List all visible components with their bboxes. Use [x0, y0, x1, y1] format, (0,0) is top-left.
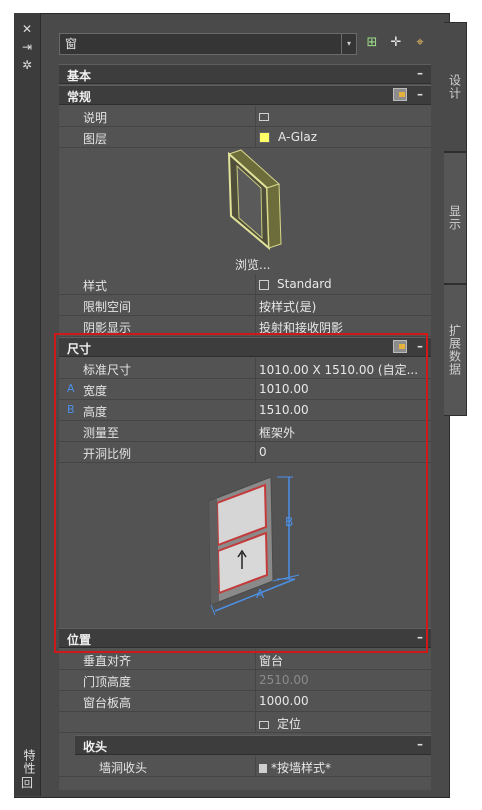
prop-row-head-height[interactable]: 门顶高度 2510.00 [59, 670, 431, 691]
options-icon[interactable]: ✲ [20, 58, 34, 72]
section-dimensions[interactable]: 尺寸 – [59, 337, 431, 357]
object-type-value: 窗 [65, 37, 78, 51]
window-dimension-image [208, 476, 300, 616]
prop-row-measure-to[interactable]: 测量至 框架外 [59, 421, 431, 442]
prop-row-layer[interactable]: 图层 A-Glaz [59, 127, 431, 148]
notes-icon[interactable] [259, 112, 269, 121]
section-style-icon[interactable] [393, 340, 407, 353]
tab-design[interactable]: 设计 [444, 22, 467, 152]
tab-extended-data[interactable]: 扩展数据 [444, 284, 467, 416]
section-style-icon[interactable] [393, 88, 407, 101]
palette-bottom-icon[interactable]: 回 [20, 776, 34, 790]
properties-content: 窗 ▾ ⊞ ✛ ⌖ 基本 – 常规 – 说明 图层 A-Glaz 浏览... 样… [59, 30, 431, 790]
prop-row-opening-ratio[interactable]: 开洞比例 0 [59, 442, 431, 463]
close-icon[interactable]: ✕ [20, 22, 34, 36]
tab-display[interactable]: 显示 [444, 152, 467, 284]
section-basic[interactable]: 基本 – [59, 64, 431, 84]
object-type-select[interactable]: 窗 ▾ [59, 33, 357, 55]
collapse-icon[interactable]: – [417, 630, 423, 644]
dimension-diagram: B A [59, 463, 431, 627]
quick-select-icon[interactable]: ⊞ [363, 34, 381, 52]
select-objects-icon[interactable]: ⌖ [411, 34, 429, 52]
style-icon [259, 279, 269, 290]
prop-row-wall-opening-end[interactable]: 墙洞收头 *按墙样式* [59, 756, 431, 777]
layer-color-icon [259, 132, 270, 143]
prop-row-restrict[interactable]: 限制空间 按样式(是) [59, 295, 431, 316]
collapse-icon[interactable]: – [417, 737, 423, 751]
palette-titlebar[interactable]: ✕ ⇥ ✲ 特性 回 [14, 13, 41, 796]
prop-row-style[interactable]: 样式 Standard [59, 274, 431, 295]
diagram-label-b: B [285, 515, 294, 529]
collapse-icon[interactable]: – [417, 87, 423, 101]
chevron-down-icon[interactable]: ▾ [341, 34, 356, 54]
browse-label[interactable]: 浏览... [235, 256, 270, 273]
prop-row-anchor[interactable]: 定位 [59, 712, 431, 733]
end-style-icon [259, 764, 267, 773]
prop-row-shadow[interactable]: 阴影显示 投射和接收阴影 [59, 316, 431, 337]
palette-title: 特性 [22, 749, 36, 775]
section-end-treatment[interactable]: 收头 – [75, 735, 431, 755]
diagram-label-a: A [256, 587, 265, 601]
prop-row-vertical-align[interactable]: 垂直对齐 窗台 [59, 649, 431, 670]
prop-row-standard-size[interactable]: 标准尺寸 1010.00 X 1510.00 (自定... [59, 358, 431, 379]
collapse-icon[interactable]: – [417, 66, 423, 80]
collapse-icon[interactable]: – [417, 339, 423, 353]
prop-row-description[interactable]: 说明 [59, 106, 431, 127]
section-location[interactable]: 位置 – [59, 628, 431, 648]
prop-row-width[interactable]: A 宽度 1010.00 [59, 379, 431, 400]
style-preview[interactable]: 浏览... [59, 148, 431, 274]
toggle-pickadd-icon[interactable]: ✛ [387, 34, 405, 52]
width-marker: A [67, 382, 75, 395]
prop-row-sill-height[interactable]: 窗台板高 1000.00 [59, 691, 431, 712]
section-general[interactable]: 常规 – [59, 85, 431, 105]
height-marker: B [67, 403, 75, 416]
anchor-icon[interactable] [259, 720, 269, 729]
prop-row-height[interactable]: B 高度 1510.00 [59, 400, 431, 421]
autohide-icon[interactable]: ⇥ [20, 40, 34, 54]
